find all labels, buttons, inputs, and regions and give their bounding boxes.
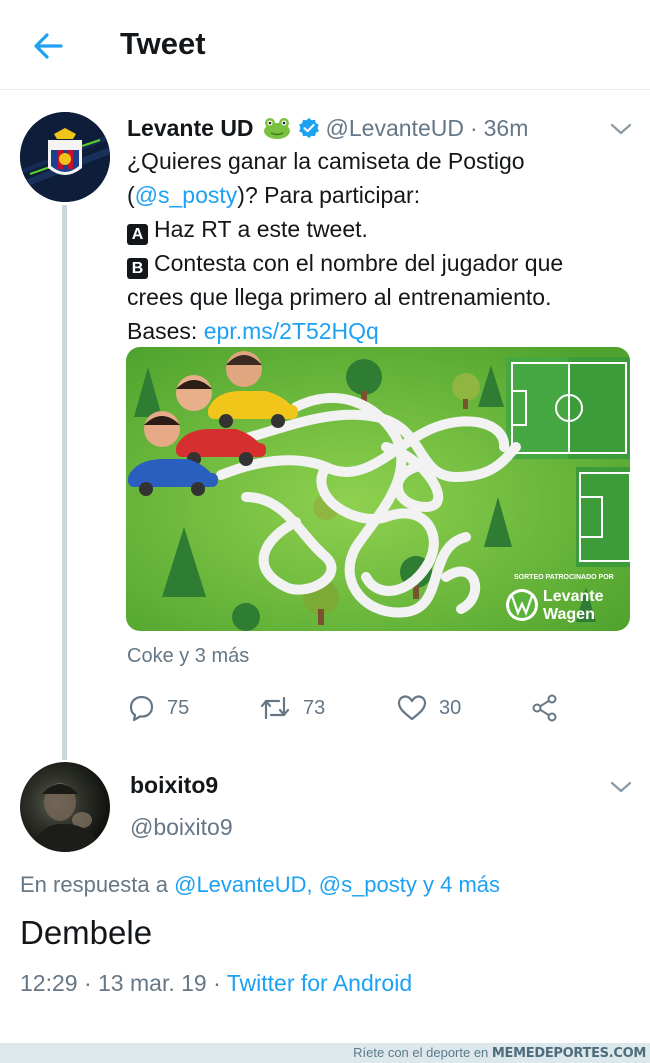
vw-logo [506,589,538,621]
chevron-down-icon[interactable] [610,122,632,136]
watermark-tagline: Ríete con el deporte en [353,1045,492,1060]
frog-emoji-icon [262,116,292,140]
option-b-line: B Contesta con el nombre del jugador que [127,246,627,280]
reply-count: 75 [167,696,190,719]
watermark-bar: Ríete con el deporte en MEMEDEPORTES.COM [0,1043,650,1063]
tweet-actions: 75 73 30 [127,690,567,726]
reply-author-name[interactable]: boixito9 [130,772,218,799]
like-button[interactable]: 30 [397,690,461,726]
watermark-text: Ríete con el deporte en MEMEDEPORTES.COM [353,1045,646,1061]
reply-meta: 12:29 · 13 mar. 19 · Twitter for Android [20,970,412,997]
author-handle[interactable]: @LevanteUD [326,115,464,142]
in-reply-to: En respuesta a @LevanteUD, @s_posty y 4 … [20,872,500,898]
tweet-line-2: (@s_posty)? Para participar: [127,178,627,212]
top-bar: Tweet [0,0,650,90]
time-separator: · [469,114,478,141]
share-icon [532,694,557,722]
author-name[interactable]: Levante UD [127,115,254,142]
back-arrow-icon [34,33,63,59]
like-count: 30 [439,696,462,719]
sponsor-caption: SORTEO PATROCINADO POR [514,574,614,581]
bases-line: Bases: epr.ms/2T52HQq [127,314,627,348]
football-pitch-small [576,467,630,567]
levante-avatar[interactable] [20,112,110,202]
option-a-text: Haz RT a este tweet. [154,216,368,242]
retweet-button[interactable]: 73 [259,690,325,726]
reply-button[interactable]: 75 [127,690,189,726]
sponsor-line2: Wagen [543,606,595,623]
reply-author-handle[interactable]: @boixito9 [130,814,233,841]
boixito-avatar[interactable] [20,762,110,852]
paren-open: ( [127,182,135,208]
reply-body: Dembele [20,914,153,951]
tweet-header: Levante UD @LevanteUD · 36m [127,112,528,144]
share-button[interactable] [531,690,559,726]
tweet-line-1: ¿Quieres ganar la camiseta de Postigo [127,148,525,174]
bases-link[interactable]: epr.ms/2T52HQq [204,318,379,344]
like-icon [397,695,427,721]
meta-separator-2: · [213,970,221,996]
retweet-icon [260,696,290,720]
thread-connector [62,205,67,760]
option-a-line: A Haz RT a este tweet. [127,212,627,246]
football-pitch [506,357,630,459]
avatar-photo [30,783,102,852]
tweet-body: ¿Quieres ganar la camiseta de Postigo (@… [127,144,627,348]
tweet-line-2-rest: )? Para participar: [237,182,421,208]
verified-badge-icon [298,117,320,139]
maze-illustration: SORTEO PATROCINADO POR Levante Wagen [126,347,630,631]
liked-by-text[interactable]: Coke y 3 más [127,645,249,668]
reply-time: 12:29 [20,970,78,996]
letter-b-icon: B [127,258,148,279]
reply-chevron-down-icon[interactable] [610,780,632,794]
watermark-brand: MEMEDEPORTES.COM [491,1046,646,1061]
bases-label: Bases: [127,318,204,344]
client-link[interactable]: Twitter for Android [227,970,412,996]
reply-icon [129,695,154,722]
reply-date: 13 mar. 19 [98,970,207,996]
tweet-media-image[interactable]: SORTEO PATROCINADO POR Levante Wagen [126,347,630,631]
retweet-count: 73 [303,696,326,719]
letter-a-icon: A [127,224,148,245]
meta-separator-1: · [83,970,92,996]
mention-link[interactable]: @s_posty [135,182,238,208]
tweet-line-5: crees que llega primero al entrenamiento… [127,284,552,310]
levante-crest-logo [20,112,110,202]
back-button[interactable] [28,28,68,64]
tweet-time: 36m [483,114,529,141]
page-title: Tweet [120,26,206,61]
sponsor-line1: Levante [543,588,604,605]
option-b-text: Contesta con el nombre del jugador que [154,250,564,276]
in-reply-prefix: En respuesta a [20,872,175,897]
in-reply-mentions[interactable]: @LevanteUD, @s_posty y 4 más [174,872,500,897]
